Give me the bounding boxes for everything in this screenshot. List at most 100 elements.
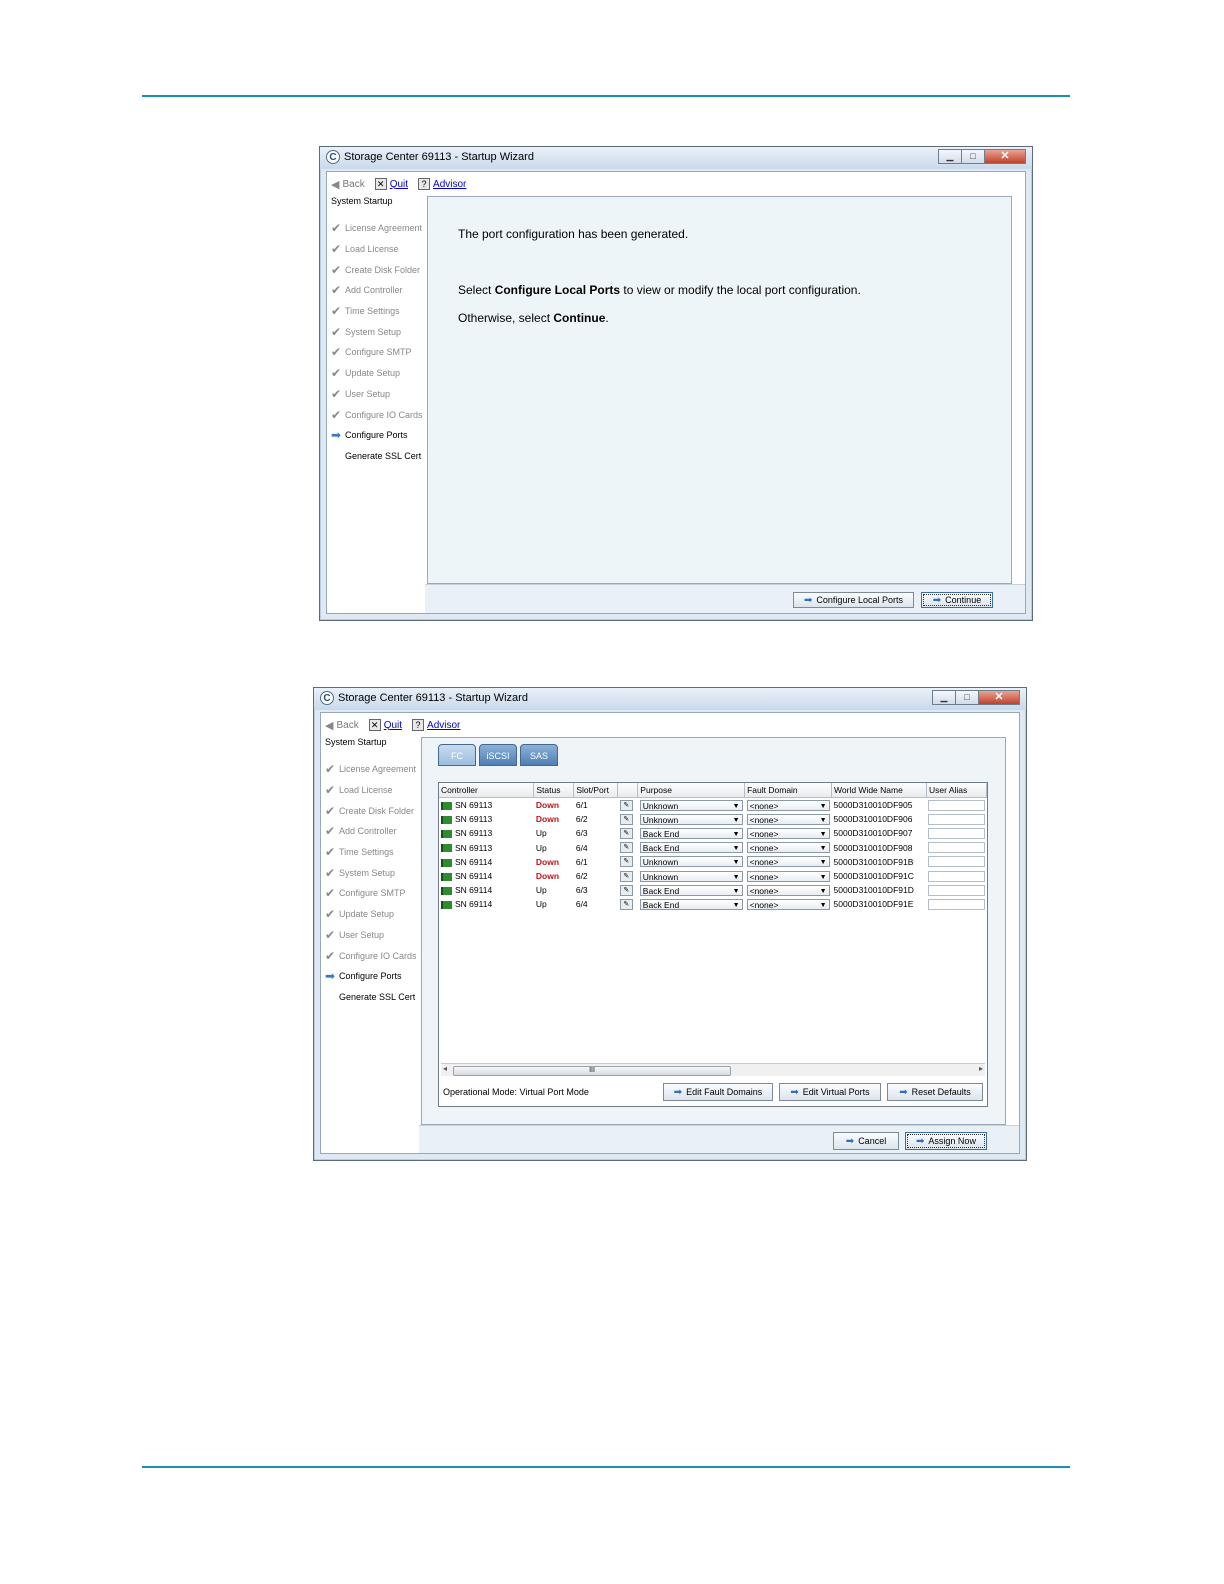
fault-domain-select[interactable]: <none> ▼	[746, 827, 830, 839]
edit-virtual-ports-button[interactable]: ➡ Edit Virtual Ports	[779, 1083, 881, 1101]
quit-link[interactable]: ✕ Quit	[368, 719, 402, 731]
edit-cell: ✎	[618, 855, 638, 869]
purpose-select[interactable]: Back End ▼	[639, 898, 743, 910]
title-bar[interactable]: C Storage Center 69113 - Startup Wizard …	[320, 147, 1032, 169]
purpose-select[interactable]: Back End ▼	[639, 827, 743, 839]
configure-local-ports-button[interactable]: ➡ Configure Local Ports	[793, 592, 914, 608]
quit-link[interactable]: ✕ Quit	[374, 178, 408, 190]
controller-flag-icon	[441, 872, 452, 881]
advisor-link[interactable]: ? Advisor	[418, 178, 466, 190]
edit-port-icon[interactable]: ✎	[619, 884, 633, 896]
fault-domain-select[interactable]: <none> ▼	[746, 870, 830, 882]
user-alias-input[interactable]	[928, 827, 985, 839]
back-button[interactable]: ◀ Back	[325, 719, 359, 732]
back-button[interactable]: ◀ Back	[331, 178, 365, 191]
purpose-select[interactable]: Back End ▼	[639, 842, 743, 854]
purpose-select[interactable]: Unknown ▼	[639, 813, 743, 825]
wwn-cell: 5000D310010DF907	[833, 828, 913, 839]
close-icon[interactable]: ✕	[978, 690, 1020, 705]
title-bar[interactable]: C Storage Center 69113 - Startup Wizard …	[314, 688, 1026, 710]
user-alias-input[interactable]	[928, 870, 985, 882]
scroll-right-icon[interactable]: ▸	[979, 1064, 983, 1073]
table-row[interactable]: SN 69114 Up 6/3 ✎ Back End ▼ <none> ▼ 5000D31001…	[439, 883, 987, 897]
edit-port-icon[interactable]: ✎	[619, 856, 633, 868]
table-row[interactable]: SN 69114 Down 6/1 ✎ Unknown ▼ <none> ▼ 5000D3100…	[439, 855, 987, 869]
checkmark-icon: ✔	[331, 221, 342, 236]
edit-port-icon[interactable]: ✎	[619, 898, 633, 910]
scroll-thumb[interactable]: III	[453, 1066, 731, 1076]
fault-domain-select[interactable]: <none> ▼	[746, 884, 830, 896]
table-row[interactable]: SN 69114 Up 6/4 ✎ Back End ▼ <none> ▼ 5000D31001…	[439, 897, 987, 911]
checkmark-icon: ✔	[325, 824, 336, 839]
scroll-left-icon[interactable]: ◂	[443, 1064, 447, 1073]
purpose-select[interactable]: Back End ▼	[639, 884, 743, 896]
fault-domain-select[interactable]: <none> ▼	[746, 842, 830, 854]
fault-domain-select[interactable]: <none> ▼	[746, 856, 830, 868]
status-cell: Up	[535, 899, 547, 910]
assign-now-button[interactable]: ➡ Assign Now	[905, 1132, 987, 1150]
wizard-steps-sidebar: System Startup ✔ License Agreement ✔ Load L…	[327, 196, 425, 613]
tab-sas[interactable]: SAS	[520, 744, 558, 766]
column-header[interactable]: User Alias	[926, 783, 987, 798]
minimize-icon[interactable]: ▁	[938, 149, 962, 164]
fault-domain-select[interactable]: <none> ▼	[746, 813, 830, 825]
slot-port-cell: 6/4	[575, 842, 588, 853]
sidebar-step: ➡ Configure Ports	[331, 425, 423, 446]
user-alias-input[interactable]	[928, 884, 985, 896]
user-alias-input[interactable]	[928, 799, 985, 811]
cancel-button[interactable]: ➡ Cancel	[833, 1132, 899, 1150]
user-alias-input[interactable]	[928, 813, 985, 825]
maximize-icon[interactable]: □	[961, 149, 985, 164]
edit-port-icon[interactable]: ✎	[619, 870, 633, 882]
purpose-select[interactable]: Unknown ▼	[639, 870, 743, 882]
steps-list: ✔ License Agreement ✔ Load License ✔ Create D…	[325, 759, 417, 1007]
column-header[interactable]: Status	[533, 783, 575, 798]
user-alias-input[interactable]	[928, 898, 985, 910]
column-header[interactable]: Purpose	[637, 783, 746, 798]
user-alias-input[interactable]	[928, 842, 985, 854]
tab-iscsi[interactable]: iSCSI	[479, 744, 517, 766]
message-continue: Otherwise, select Continue.	[458, 311, 609, 325]
column-header[interactable]: Controller	[439, 783, 535, 798]
chevron-down-icon: ▼	[819, 887, 827, 895]
sidebar-step: ✔ Configure IO Cards	[331, 404, 423, 425]
sidebar-step-label: License Agreement	[345, 223, 423, 234]
checkmark-icon: ✔	[325, 865, 336, 880]
purpose-select[interactable]: Unknown ▼	[639, 856, 743, 868]
advisor-link[interactable]: ? Advisor	[412, 719, 460, 731]
column-header[interactable]: World Wide Name	[831, 783, 927, 798]
purpose-cell: Unknown ▼	[638, 855, 745, 869]
reset-defaults-button[interactable]: ➡ Reset Defaults	[887, 1083, 983, 1101]
table-row[interactable]: SN 69114 Down 6/2 ✎ Unknown ▼ <none> ▼ 5000D3100…	[439, 869, 987, 883]
controller-cell: SN 69114	[439, 869, 534, 883]
edit-fault-domains-button[interactable]: ➡ Edit Fault Domains	[663, 1083, 773, 1101]
edit-port-icon[interactable]: ✎	[619, 813, 633, 825]
continue-button[interactable]: ➡ Continue	[921, 592, 993, 608]
controller-flag-icon	[441, 816, 452, 825]
table-row[interactable]: SN 69113 Down 6/2 ✎ Unknown ▼ <none> ▼ 5000D3100…	[439, 812, 987, 826]
edit-port-icon[interactable]: ✎	[619, 827, 633, 839]
purpose-select[interactable]: Unknown ▼	[639, 799, 743, 811]
horizontal-scrollbar[interactable]: ◂ III ▸	[441, 1063, 985, 1076]
close-icon[interactable]: ✕	[984, 149, 1026, 164]
message-generated: The port configuration has been generate…	[458, 227, 689, 241]
column-header[interactable]: Slot/Port	[573, 783, 619, 798]
controller-cell: SN 69113	[439, 826, 534, 840]
tab-fc[interactable]: FC	[438, 744, 476, 766]
table-row[interactable]: SN 69113 Up 6/3 ✎ Back End ▼ <none> ▼ 5000D31001…	[439, 826, 987, 840]
table-row[interactable]: SN 69113 Down 6/1 ✎ Unknown ▼ <none> ▼ 5000D3100…	[439, 798, 987, 813]
column-header[interactable]	[617, 783, 639, 798]
maximize-icon[interactable]: □	[955, 690, 979, 705]
fault-domain-select[interactable]: <none> ▼	[746, 799, 830, 811]
fault-domain-select[interactable]: <none> ▼	[746, 898, 830, 910]
edit-port-icon[interactable]: ✎	[619, 842, 633, 854]
minimize-icon[interactable]: ▁	[932, 690, 956, 705]
table-row[interactable]: SN 69113 Up 6/4 ✎ Back End ▼ <none> ▼ 5000D31001…	[439, 841, 987, 855]
user-alias-input[interactable]	[928, 856, 985, 868]
column-header[interactable]: Fault Domain	[744, 783, 833, 798]
transport-tabs: FC iSCSI SAS	[438, 744, 561, 766]
sidebar-step-label: License Agreement	[339, 764, 417, 775]
edit-port-icon[interactable]: ✎	[619, 799, 633, 811]
wwn-cell: 5000D310010DF908	[833, 842, 913, 853]
purpose-cell: Back End ▼	[638, 841, 745, 855]
